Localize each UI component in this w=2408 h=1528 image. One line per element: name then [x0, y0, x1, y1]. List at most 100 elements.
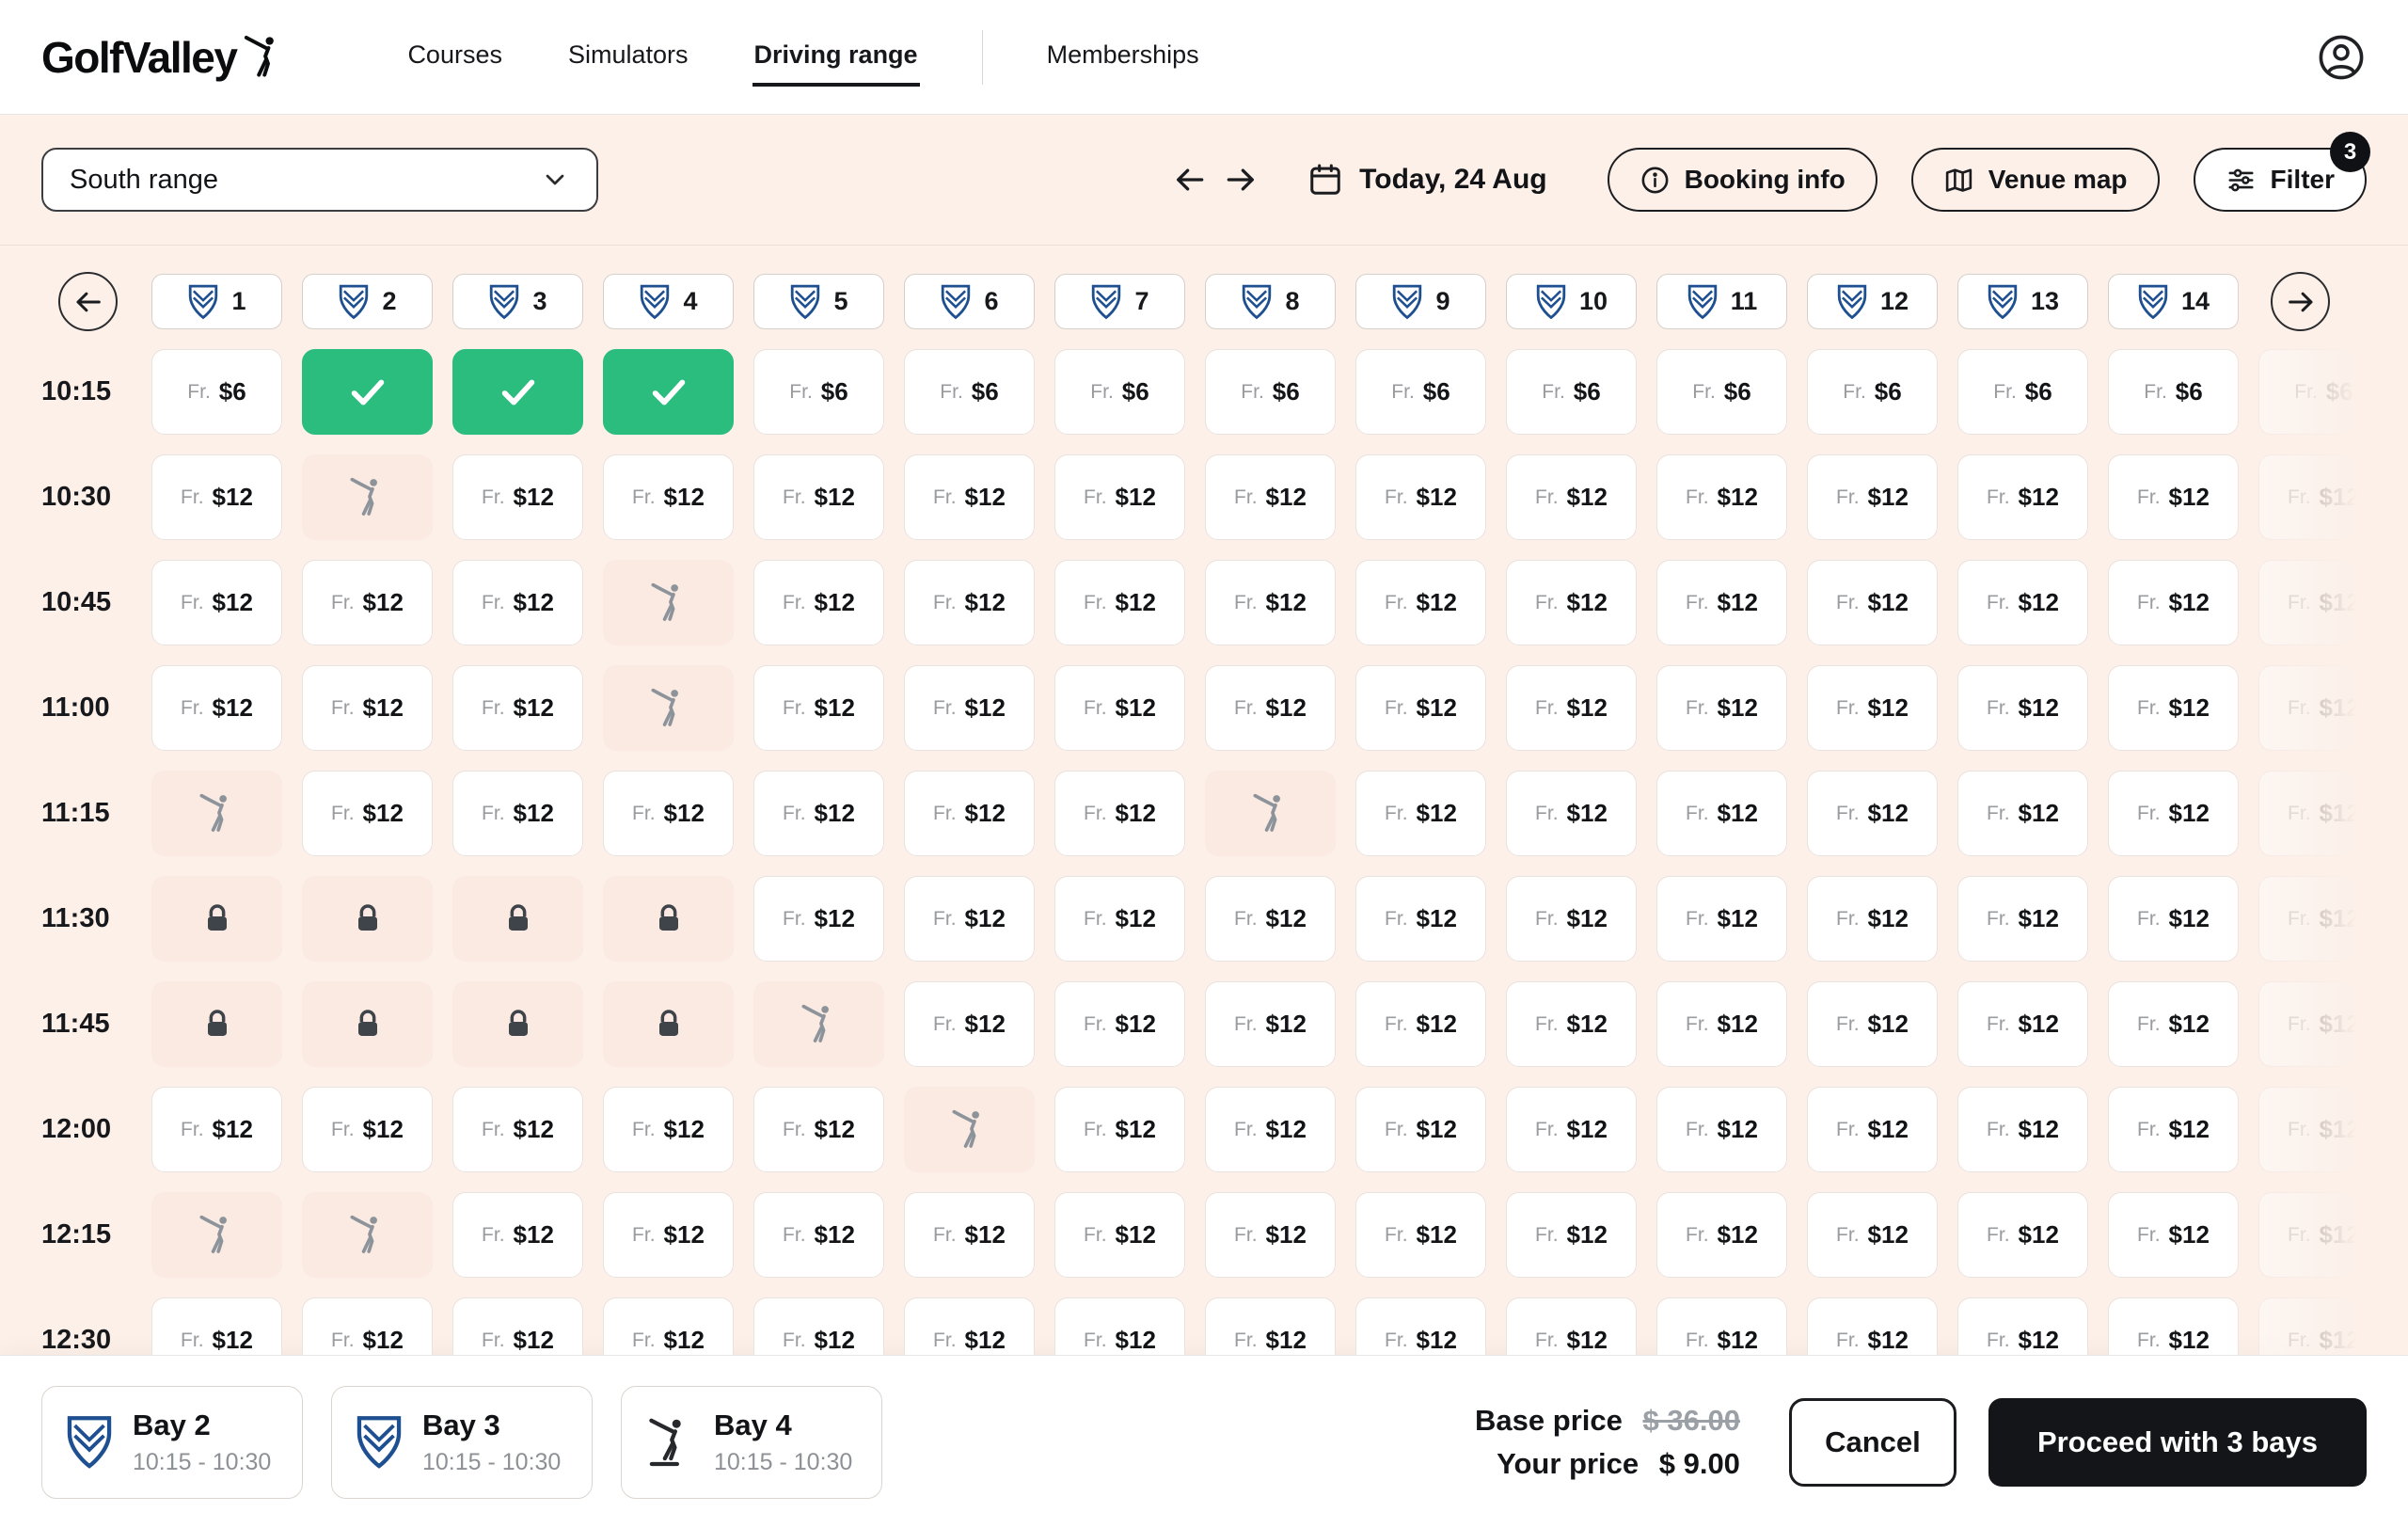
slot-available[interactable]: Fr.$12 — [151, 665, 282, 751]
slot-available[interactable]: Fr.$12 — [753, 560, 884, 645]
range-select[interactable]: South range — [41, 148, 598, 212]
slot-available[interactable]: Fr.$12 — [1656, 1087, 1787, 1172]
slot-available[interactable]: Fr.$12 — [1054, 1297, 1185, 1355]
slot-available[interactable]: Fr.$12 — [2108, 1297, 2239, 1355]
slot-available[interactable]: Fr.$12 — [2108, 665, 2239, 751]
nav-item-driving-range[interactable]: Driving range — [752, 27, 920, 87]
bay-header-8[interactable]: 8 — [1205, 274, 1336, 329]
slot-available[interactable]: Fr.$12 — [904, 771, 1035, 856]
slot-available[interactable]: Fr.$12 — [302, 560, 433, 645]
selected-bay-card-2[interactable]: Bay 2 10:15 - 10:30 — [41, 1386, 303, 1499]
slot-available[interactable]: Fr.$12 — [1957, 665, 2088, 751]
cancel-button[interactable]: Cancel — [1789, 1398, 1956, 1487]
slot-available[interactable]: Fr.$6 — [904, 349, 1035, 435]
slot-available[interactable]: Fr.$12 — [302, 1297, 433, 1355]
slot-available[interactable]: Fr.$12 — [603, 1297, 734, 1355]
slot-available[interactable]: Fr.$12 — [1054, 560, 1185, 645]
slot-available[interactable]: Fr.$12 — [1957, 981, 2088, 1067]
bay-header-10[interactable]: 10 — [1506, 274, 1637, 329]
slot-available[interactable]: Fr.$12 — [904, 454, 1035, 540]
scroll-bays-right-button[interactable] — [2271, 272, 2330, 331]
slot-available[interactable]: Fr.$12 — [1656, 665, 1787, 751]
slot-selected[interactable] — [452, 349, 583, 435]
slot-available[interactable]: Fr.$12 — [2108, 981, 2239, 1067]
slot-available[interactable]: Fr.$12 — [1205, 1192, 1336, 1278]
nav-item-memberships[interactable]: Memberships — [1045, 27, 1201, 87]
slot-available[interactable]: Fr.$12 — [1355, 454, 1486, 540]
slot-available[interactable]: Fr.$12 — [452, 1087, 583, 1172]
filter-button[interactable]: Filter 3 — [2194, 148, 2367, 212]
slot-available[interactable]: Fr.$12 — [1506, 454, 1637, 540]
slot-available[interactable]: Fr.$12 — [1506, 1087, 1637, 1172]
slot-available[interactable]: Fr.$12 — [151, 560, 282, 645]
nav-item-simulators[interactable]: Simulators — [566, 27, 690, 87]
slot-available[interactable]: Fr.$12 — [1054, 1192, 1185, 1278]
slot-available[interactable]: Fr.$12 — [1205, 1297, 1336, 1355]
slot-available[interactable]: Fr.$12 — [1807, 560, 1938, 645]
slot-available[interactable]: Fr.$12 — [1054, 876, 1185, 962]
slot-available[interactable]: Fr.$12 — [1355, 1297, 1486, 1355]
slot-available[interactable]: Fr.$12 — [1957, 1192, 2088, 1278]
slot-available[interactable]: Fr.$12 — [302, 1087, 433, 1172]
slot-available[interactable]: Fr.$12 — [1807, 1192, 1938, 1278]
slot-available[interactable]: Fr.$12 — [1355, 1087, 1486, 1172]
slot-available[interactable]: Fr.$12 — [1054, 665, 1185, 751]
slot-selected[interactable] — [302, 349, 433, 435]
booking-info-button[interactable]: Booking info — [1608, 148, 1877, 212]
slot-available[interactable]: Fr.$6 — [151, 349, 282, 435]
slot-available[interactable]: Fr.$12 — [2108, 771, 2239, 856]
slot-available[interactable]: Fr.$12 — [2108, 454, 2239, 540]
bay-header-11[interactable]: 11 — [1656, 274, 1787, 329]
slot-available[interactable]: Fr.$12 — [452, 771, 583, 856]
slot-available[interactable]: Fr.$12 — [1656, 560, 1787, 645]
slot-available[interactable]: Fr.$12 — [1054, 771, 1185, 856]
slot-available[interactable]: Fr.$12 — [1506, 771, 1637, 856]
slot-available[interactable]: Fr.$12 — [2108, 1192, 2239, 1278]
slot-available[interactable]: Fr.$12 — [1054, 454, 1185, 540]
bay-header-2[interactable]: 2 — [302, 274, 433, 329]
slot-available[interactable]: Fr.$12 — [1205, 876, 1336, 962]
slot-available[interactable]: Fr.$6 — [1205, 349, 1336, 435]
slot-available[interactable]: Fr.$12 — [1656, 771, 1787, 856]
slot-available[interactable]: Fr.$12 — [2108, 876, 2239, 962]
brand-logo[interactable]: GolfValley — [41, 32, 287, 83]
slot-available[interactable]: Fr.$12 — [1807, 876, 1938, 962]
slot-available[interactable]: Fr.$12 — [151, 454, 282, 540]
slot-available[interactable]: Fr.$12 — [1355, 1192, 1486, 1278]
slot-available[interactable]: Fr.$6 — [1054, 349, 1185, 435]
slot-available[interactable]: Fr.$12 — [603, 771, 734, 856]
slot-available[interactable]: Fr.$12 — [603, 454, 734, 540]
slot-available[interactable]: Fr.$12 — [753, 1087, 884, 1172]
slot-available[interactable]: Fr.$12 — [2108, 560, 2239, 645]
bay-header-3[interactable]: 3 — [452, 274, 583, 329]
bay-header-5[interactable]: 5 — [753, 274, 884, 329]
bay-header-14[interactable]: 14 — [2108, 274, 2239, 329]
slot-available[interactable]: Fr.$12 — [904, 560, 1035, 645]
bay-header-7[interactable]: 7 — [1054, 274, 1185, 329]
slot-available[interactable]: Fr.$12 — [1506, 665, 1637, 751]
slot-available[interactable]: Fr.$12 — [1656, 876, 1787, 962]
slot-available[interactable]: Fr.$12 — [1957, 771, 2088, 856]
slot-available[interactable]: Fr.$12 — [1656, 1192, 1787, 1278]
venue-map-button[interactable]: Venue map — [1911, 148, 2160, 212]
slot-available[interactable]: Fr.$12 — [753, 454, 884, 540]
bay-header-6[interactable]: 6 — [904, 274, 1035, 329]
slot-available[interactable]: Fr.$6 — [1656, 349, 1787, 435]
slot-available[interactable]: Fr.$12 — [2108, 1087, 2239, 1172]
bay-header-1[interactable]: 1 — [151, 274, 282, 329]
scroll-bays-left-button[interactable] — [58, 272, 118, 331]
slot-available[interactable]: Fr.$12 — [452, 665, 583, 751]
slot-available[interactable]: Fr.$12 — [1656, 981, 1787, 1067]
prev-day-button[interactable] — [1164, 154, 1215, 205]
slot-available[interactable]: Fr.$12 — [1807, 771, 1938, 856]
slot-available[interactable]: Fr.$12 — [1807, 454, 1938, 540]
slot-available[interactable]: Fr.$12 — [452, 560, 583, 645]
slot-available[interactable]: Fr.$12 — [1656, 454, 1787, 540]
slot-available[interactable]: Fr.$12 — [151, 1087, 282, 1172]
slot-available[interactable]: Fr.$6 — [1807, 349, 1938, 435]
slot-available[interactable]: Fr.$12 — [1807, 1297, 1938, 1355]
selected-bay-card-4[interactable]: Bay 4 10:15 - 10:30 — [621, 1386, 882, 1499]
slot-available[interactable]: Fr.$12 — [1205, 1087, 1336, 1172]
slot-available[interactable]: Fr.$12 — [1807, 665, 1938, 751]
date-display[interactable]: Today, 24 Aug — [1307, 162, 1546, 198]
